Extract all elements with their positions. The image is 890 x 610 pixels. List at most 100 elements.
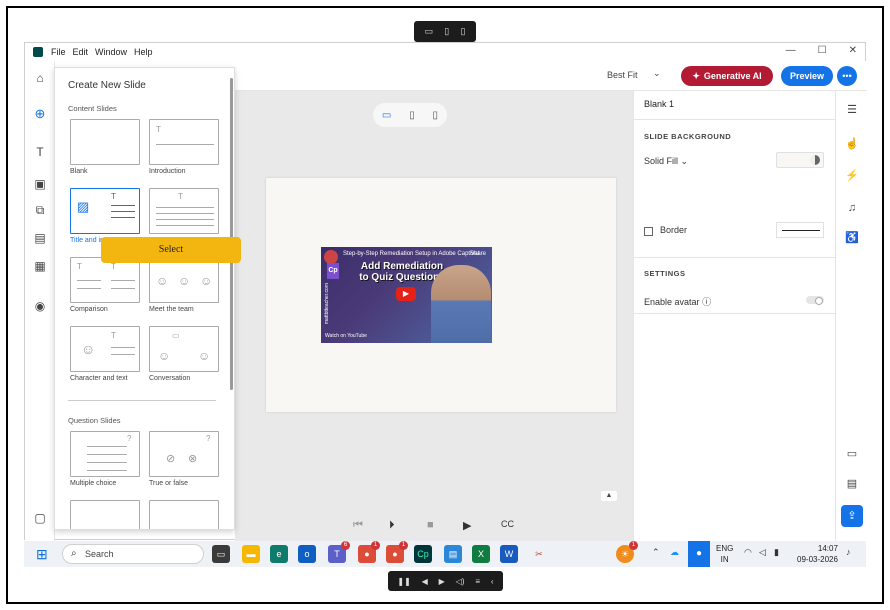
menu-icon[interactable]: ≡ (475, 577, 480, 586)
menu-help[interactable]: Help (134, 47, 153, 57)
pause-icon[interactable]: ❚❚ (397, 577, 410, 586)
language-indicator[interactable]: ENG IN (716, 543, 733, 565)
interactions-icon[interactable]: ☝ (845, 137, 859, 151)
home-icon[interactable]: ⌂ (33, 71, 47, 85)
video-thumbnail[interactable]: Step-by-Step Remediation Setup in Adobe … (321, 247, 492, 343)
slide-template-blank[interactable] (70, 119, 140, 165)
slide-template-conversation[interactable]: ▭ ☺ ☺ (149, 326, 219, 372)
text-icon[interactable]: T (33, 145, 47, 159)
accessibility-icon[interactable]: ♿ (845, 231, 859, 245)
slide-template-introduction[interactable]: T (149, 119, 219, 165)
menu-window[interactable]: Window (95, 47, 127, 57)
previous-slide-icon[interactable]: ⏮ (353, 519, 363, 532)
chevron-down-icon[interactable]: ⌄ (653, 68, 661, 79)
collapse-icon[interactable]: ‹ (491, 577, 494, 586)
step-forward-icon[interactable]: ⏵ (389, 519, 395, 532)
windows-start-icon[interactable]: ⊞ (36, 546, 52, 562)
watch-on-youtube[interactable]: Watch on YouTube (325, 333, 367, 339)
outlook-icon[interactable]: o (298, 545, 316, 563)
fill-color-swatch[interactable] (776, 152, 824, 168)
captions-icon[interactable]: CC (501, 519, 514, 529)
clock[interactable]: 14:07 09-03-2026 (797, 543, 838, 565)
next-icon[interactable]: ▶ (439, 577, 445, 586)
chevron-up-icon[interactable]: ▲ (601, 491, 617, 501)
play-button-icon[interactable]: ▶ (463, 519, 471, 532)
library-icon[interactable]: ▢ (33, 511, 47, 525)
interaction-icon[interactable]: ▤ (33, 231, 47, 245)
onedrive-icon[interactable]: ☁ (670, 547, 679, 558)
add-slide-icon[interactable]: ⊕ (33, 107, 47, 121)
menu-edit[interactable]: Edit (73, 47, 89, 57)
phone-icon[interactable]: ▯ (460, 26, 465, 37)
microphone-icon[interactable]: ● (688, 541, 710, 567)
chrome-icon[interactable]: ● 1 (386, 541, 408, 563)
slide-template-true-or-false[interactable]: ? ⊘ ⊗ (149, 431, 219, 477)
line (111, 205, 135, 206)
monitor-icon[interactable]: ▭ (425, 26, 434, 37)
weather-icon[interactable]: ☀ 1 (616, 541, 638, 563)
record-icon[interactable]: ◉ (33, 299, 47, 313)
enable-avatar-toggle[interactable] (806, 296, 824, 305)
select-button[interactable]: Select (101, 237, 241, 263)
zoom-select[interactable]: Best Fit (607, 70, 638, 80)
menu-file[interactable]: File (51, 47, 66, 57)
document-icon[interactable]: ▤ (845, 477, 859, 491)
media-icon[interactable]: ▣ (33, 177, 47, 191)
widget-icon[interactable]: ⧉ (33, 203, 47, 217)
tablet-icon[interactable]: ▯ (444, 26, 449, 37)
slide-template-title-and-image[interactable]: ▨ T (70, 188, 140, 234)
slide-template-meet-the-team[interactable]: ☺ ☺ ☺ (149, 257, 219, 303)
more-options-button[interactable]: ••• (837, 66, 857, 86)
mobile-view-icon[interactable]: ▯ (433, 110, 439, 121)
components-icon[interactable]: ▦ (33, 259, 47, 273)
generative-ai-button[interactable]: ✦ Generative AI (681, 66, 773, 86)
snipping-tool-icon[interactable]: ✂ (530, 545, 548, 563)
word-icon[interactable]: W (500, 545, 518, 563)
taskbar-search[interactable]: ⌕ Search (62, 544, 204, 564)
play-icon[interactable]: ▶ (396, 287, 416, 301)
stop-icon[interactable]: ■ (427, 519, 434, 531)
teams-icon[interactable]: T6 (328, 541, 350, 563)
prev-icon[interactable]: ◀ (422, 577, 428, 586)
volume-icon[interactable]: ◁) (456, 577, 465, 586)
volume-icon[interactable]: ◁ (759, 547, 766, 558)
slide-template-multiple-choice[interactable]: ? (70, 431, 140, 477)
color-picker-icon[interactable] (810, 155, 820, 165)
minimize-button[interactable]: — (786, 45, 796, 56)
tablet-view-icon[interactable]: ▯ (409, 110, 415, 121)
desktop-view-icon[interactable]: ▭ (382, 110, 391, 121)
panel-scrollbar[interactable] (230, 78, 233, 390)
task-view-icon[interactable]: ▭ (212, 545, 230, 563)
preview-button[interactable]: Preview (781, 66, 833, 86)
captivate-icon[interactable]: Cp (414, 545, 432, 563)
file-explorer-icon[interactable]: ▬ (242, 545, 260, 563)
info-icon[interactable]: ⓘ (702, 297, 711, 307)
slide-template-comparison[interactable]: T T (70, 257, 140, 303)
notification-bell-icon[interactable]: ♪ (846, 547, 851, 557)
chevron-up-icon[interactable]: ⌃ (652, 547, 660, 558)
border-style-select[interactable] (776, 222, 824, 238)
border-checkbox[interactable] (644, 227, 653, 236)
slide-template-title-and-text[interactable]: T (149, 188, 219, 234)
excel-icon[interactable]: X (472, 545, 490, 563)
slide-panel-icon[interactable]: ▭ (845, 447, 859, 461)
slide-template-more[interactable] (149, 500, 219, 529)
notepad-icon[interactable]: ▤ (444, 545, 462, 563)
close-button[interactable]: ✕ (849, 45, 857, 56)
settings-heading: SETTINGS (644, 269, 686, 278)
battery-icon[interactable]: ▮ (774, 547, 779, 558)
slide-canvas[interactable]: Step-by-Step Remediation Setup in Adobe … (266, 178, 616, 412)
effects-icon[interactable]: ⚡ (845, 169, 859, 183)
audio-icon[interactable]: ♫ (845, 201, 859, 215)
wifi-icon[interactable]: ◠ (744, 547, 752, 558)
publish-icon[interactable]: ⇪ (841, 505, 863, 527)
fill-type-select[interactable]: Solid Fill ⌄ (644, 156, 688, 167)
share-label[interactable]: Share (470, 251, 486, 257)
person-icon: ☺ (200, 274, 213, 288)
maximize-button[interactable]: ☐ (818, 45, 827, 56)
edge-icon[interactable]: e (270, 545, 288, 563)
chrome-icon[interactable]: ● 1 (358, 541, 380, 563)
slide-template-character-and-text[interactable]: ☺ T (70, 326, 140, 372)
properties-icon[interactable]: ☰ (845, 103, 859, 117)
slide-template-more[interactable] (70, 500, 140, 529)
